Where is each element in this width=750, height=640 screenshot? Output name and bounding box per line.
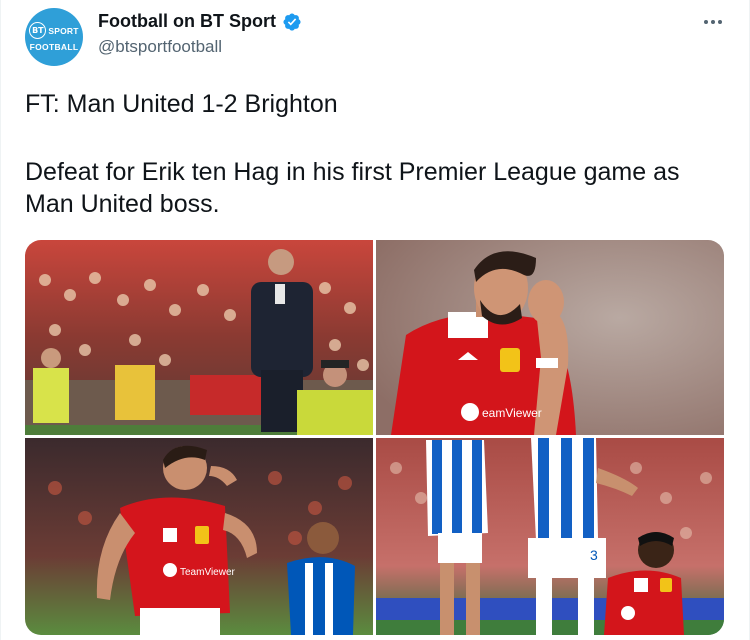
- more-options-icon[interactable]: [701, 12, 725, 32]
- photo-player-rubbing-head[interactable]: TeamViewer: [25, 438, 373, 635]
- user-handle[interactable]: @btsportfootball: [98, 37, 222, 57]
- media-grid: eamViewer TeamViewer 3: [25, 240, 724, 635]
- photo-manager-touchline-image: [25, 240, 373, 435]
- avatar[interactable]: BT SPORT FOOTBALL: [25, 8, 83, 66]
- dot: [704, 20, 708, 24]
- bt-logo-badge: BT: [29, 22, 47, 39]
- photo-player-rubbing-head-image: TeamViewer: [25, 438, 373, 635]
- display-name[interactable]: Football on BT Sport: [98, 11, 276, 32]
- avatar-text-sport: SPORT: [48, 25, 79, 36]
- sponsor-text-3: TeamViewer: [180, 567, 236, 578]
- dot: [711, 20, 715, 24]
- dot: [718, 20, 722, 24]
- verified-badge-icon: [283, 12, 301, 31]
- avatar-text-football: FOOTBALL: [29, 42, 79, 52]
- photo-players-on-pitch-image: 3: [376, 438, 724, 635]
- photo-manager-touchline[interactable]: [25, 240, 373, 435]
- photo-players-on-pitch[interactable]: 3: [376, 438, 724, 635]
- kit-number: 3: [590, 547, 598, 563]
- tweet-text-line1: FT: Man United 1-2 Brighton: [25, 90, 338, 118]
- photo-player-head-in-hand-image: eamViewer: [376, 240, 724, 435]
- tweet-card: BT SPORT FOOTBALL Football on BT Sport @…: [0, 0, 750, 640]
- photo-player-head-in-hand[interactable]: eamViewer: [376, 240, 724, 435]
- author-row: Football on BT Sport: [98, 11, 302, 32]
- tweet-text-line2: Defeat for Erik ten Hag in his first Pre…: [25, 158, 680, 218]
- sponsor-text-2: eamViewer: [482, 406, 542, 420]
- avatar-logo: BT SPORT: [29, 22, 78, 39]
